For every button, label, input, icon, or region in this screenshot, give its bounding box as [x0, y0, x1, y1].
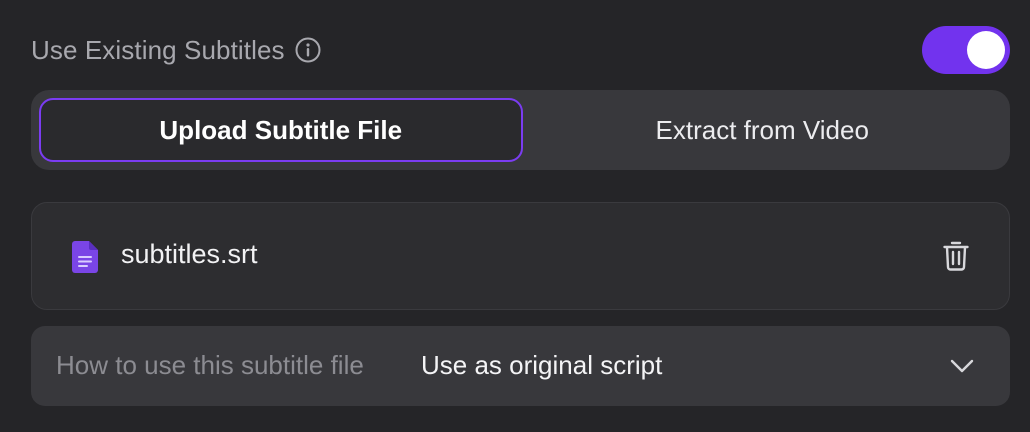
- document-icon: [72, 241, 98, 273]
- uploaded-file-card: subtitles.srt: [31, 202, 1010, 310]
- subtitle-usage-label: How to use this subtitle file: [56, 350, 364, 380]
- extract-from-video-tab[interactable]: Extract from Video: [523, 98, 1003, 162]
- upload-subtitle-file-tab[interactable]: Upload Subtitle File: [39, 98, 523, 162]
- use-existing-subtitles-row: Use Existing Subtitles: [31, 26, 1010, 74]
- toggle-knob: [967, 31, 1005, 69]
- info-circle-icon[interactable]: [295, 37, 321, 63]
- subtitle-source-selector: Upload Subtitle File Extract from Video: [31, 90, 1010, 170]
- subtitle-usage-value: Use as original script: [421, 350, 663, 380]
- chevron-down-icon[interactable]: [950, 358, 974, 374]
- trash-icon[interactable]: [943, 241, 969, 271]
- use-existing-subtitles-label: Use Existing Subtitles: [31, 34, 285, 65]
- file-name: subtitles.srt: [121, 239, 258, 269]
- use-existing-subtitles-toggle[interactable]: [922, 26, 1010, 74]
- subtitle-usage-dropdown[interactable]: How to use this subtitle file Use as ori…: [31, 326, 1010, 406]
